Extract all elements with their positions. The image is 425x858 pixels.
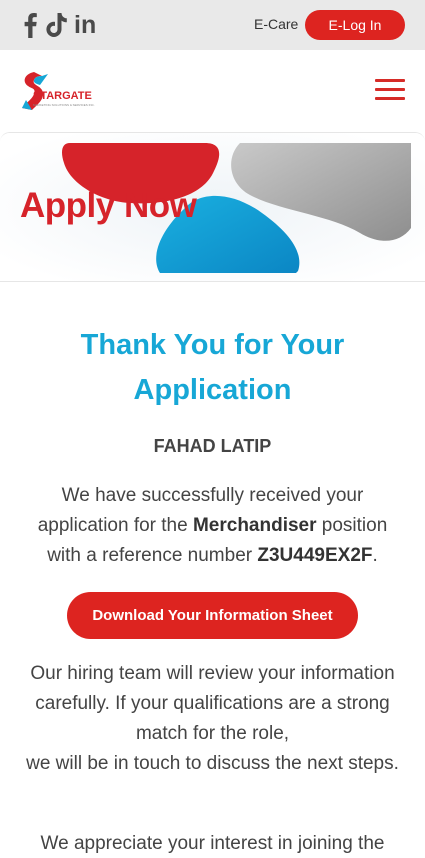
top-bar: in E-Care E-Log In [0, 0, 425, 50]
download-info-sheet-button[interactable]: Download Your Information Sheet [67, 592, 358, 639]
confirmation-message: We have successfully received your appli… [20, 481, 405, 571]
logo-subtext: MARKETING SOLUTIONS & SERVICES INC. [33, 103, 95, 107]
confirmation-suffix: . [372, 545, 378, 566]
site-header: STARGATE MARKETING SOLUTIONS & SERVICES … [0, 50, 425, 132]
page-title: Apply Now [20, 186, 197, 225]
elogin-button[interactable]: E-Log In [305, 10, 405, 40]
applicant-name: FAHAD LATIP [153, 436, 272, 456]
heading-line-2: Application [133, 374, 292, 406]
facebook-icon[interactable] [22, 12, 38, 38]
review-line-2: we will be in touch to discuss the next … [26, 753, 399, 774]
ecare-link[interactable]: E-Care [254, 16, 298, 32]
hamburger-menu-icon[interactable] [375, 79, 405, 101]
linkedin-icon[interactable]: in [74, 12, 102, 38]
apply-now-banner: Apply Now [0, 132, 425, 282]
thank-you-heading: Thank You for Your Application [0, 323, 425, 413]
tiktok-icon[interactable] [46, 12, 68, 38]
appreciation-message: We appreciate your interest in joining t… [40, 833, 385, 854]
review-message: Our hiring team will review your informa… [20, 659, 405, 779]
logo-text: STARGATE [33, 90, 92, 102]
reference-number: Z3U449EX2F [257, 545, 373, 566]
position-name: Merchandiser [192, 515, 317, 536]
social-links: in [22, 12, 102, 38]
review-line-1: Our hiring team will review your informa… [30, 663, 395, 744]
heading-line-1: Thank You for Your [80, 329, 345, 361]
